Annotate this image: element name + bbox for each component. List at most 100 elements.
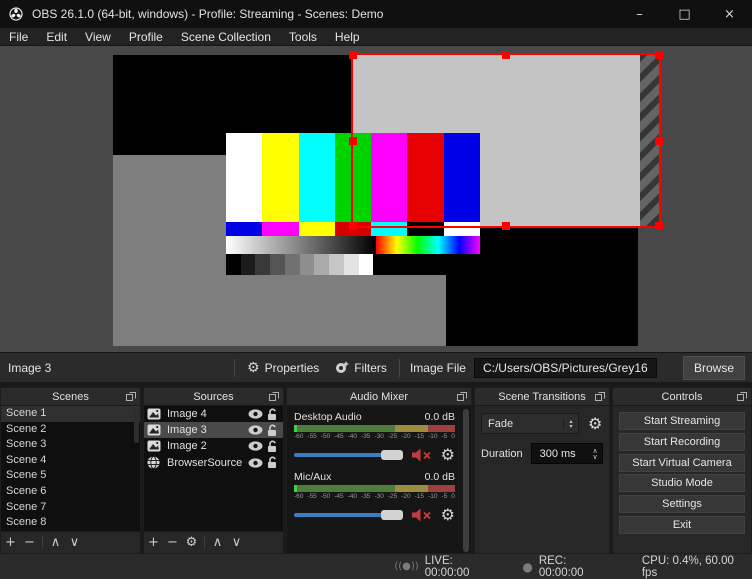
unlock-icon[interactable] — [267, 440, 279, 453]
selection-handle-bottom-middle[interactable] — [502, 222, 510, 230]
eye-icon[interactable] — [248, 425, 267, 435]
browse-button[interactable]: Browse — [683, 355, 745, 380]
transition-select[interactable]: Fade ▴ ▾ — [481, 413, 579, 434]
volume-meter — [294, 485, 455, 492]
duration-spinbox[interactable]: 300 ms ∧ ∨ — [530, 443, 603, 464]
selection-handle-top-middle[interactable] — [502, 51, 510, 59]
filters-icon — [335, 361, 350, 374]
menu-file[interactable]: File — [0, 28, 37, 46]
close-button[interactable]: × — [707, 0, 752, 28]
source-list-item[interactable]: Image 4 — [144, 406, 283, 422]
move-source-up-button[interactable]: ∧ — [208, 533, 227, 553]
popout-icon[interactable] — [269, 392, 279, 401]
volume-slider-handle[interactable] — [380, 510, 403, 520]
unlock-icon[interactable] — [267, 424, 279, 437]
selection-handle-bottom-right[interactable] — [655, 222, 663, 230]
channel-level-db: 0.0 dB — [424, 471, 455, 483]
test-pattern-step-wedge — [226, 254, 480, 275]
filters-button[interactable]: Filters — [327, 361, 395, 375]
source-label: Image 3 — [167, 424, 207, 437]
add-scene-button[interactable]: + — [1, 533, 20, 553]
settings-button[interactable]: Settings — [619, 495, 745, 514]
selection-handle-middle-left[interactable] — [349, 136, 357, 145]
eye-icon[interactable] — [248, 409, 267, 419]
source-list-item[interactable]: Image 3 — [144, 422, 283, 439]
popout-icon[interactable] — [126, 392, 136, 401]
scene-list-item[interactable]: Scene 2 — [1, 422, 140, 438]
test-pattern-gradients — [226, 236, 480, 254]
toolbar-separator — [398, 358, 400, 377]
live-time: LIVE: 00:00:00 — [424, 554, 470, 579]
volume-slider-handle[interactable] — [380, 450, 403, 460]
scene-list-item[interactable]: Scene 6 — [1, 484, 140, 500]
popout-icon[interactable] — [737, 392, 747, 401]
unlock-icon[interactable] — [267, 456, 279, 469]
image-file-path-input[interactable] — [473, 357, 657, 378]
source-label: Image 2 — [167, 440, 207, 453]
mute-speaker-icon[interactable] — [411, 508, 441, 522]
menu-help[interactable]: Help — [326, 28, 369, 46]
globe-icon — [147, 456, 164, 470]
maximize-button[interactable]: □ — [662, 0, 707, 28]
source-list-item[interactable]: BrowserSource — [144, 455, 283, 471]
mute-speaker-icon[interactable] — [411, 448, 441, 462]
start-recording-button[interactable]: Start Recording — [619, 432, 745, 451]
channel-settings-gear-icon[interactable]: ⚙ — [441, 507, 455, 523]
start-virtual-camera-button[interactable]: Start Virtual Camera — [619, 453, 745, 472]
scene-list-item[interactable]: Scene 3 — [1, 437, 140, 453]
volume-slider[interactable] — [294, 510, 403, 520]
sources-list: Image 4 Image 3 Image 2 BrowserSource — [144, 406, 283, 531]
minimize-button[interactable]: – — [617, 0, 662, 28]
controls-panel-title: Controls — [661, 390, 703, 403]
remove-source-button[interactable]: − — [163, 533, 182, 553]
duration-label: Duration — [481, 447, 523, 460]
menu-view[interactable]: View — [76, 28, 120, 46]
volume-slider[interactable] — [294, 450, 403, 460]
scene-list-item[interactable]: Scene 4 — [1, 453, 140, 469]
duration-value: 300 ms — [539, 447, 576, 460]
record-dot-icon: ● — [522, 559, 533, 574]
exit-button[interactable]: Exit — [619, 515, 745, 534]
move-source-down-button[interactable]: ∨ — [227, 533, 246, 553]
selection-handle-top-left[interactable] — [349, 51, 357, 59]
menu-edit[interactable]: Edit — [37, 28, 76, 46]
mixer-scrollbar[interactable] — [463, 409, 469, 552]
meter-level-indicator — [294, 425, 297, 432]
studio-mode-button[interactable]: Studio Mode — [619, 474, 745, 493]
channel-settings-gear-icon[interactable]: ⚙ — [441, 447, 455, 463]
menu-tools[interactable]: Tools — [280, 28, 326, 46]
preview-canvas[interactable] — [0, 46, 752, 352]
scene-list-item[interactable]: Scene 5 — [1, 468, 140, 484]
popout-icon[interactable] — [457, 392, 467, 401]
move-scene-up-button[interactable]: ∧ — [46, 533, 65, 553]
spinbox-arrows-icon[interactable]: ∧ ∨ — [588, 447, 602, 460]
menu-profile[interactable]: Profile — [120, 28, 172, 46]
selection-handle-middle-right[interactable] — [655, 136, 663, 145]
cpu-fps-status: CPU: 0.4%, 60.00 fps — [641, 554, 734, 579]
popout-icon[interactable] — [595, 392, 605, 401]
audio-mixer-body: Desktop Audio 0.0 dB -60 -55 -50 -45 -40 -3… — [287, 406, 471, 553]
image-icon — [147, 424, 164, 436]
source-properties-button[interactable]: ⚙ — [182, 533, 201, 553]
selection-handle-top-right[interactable] — [655, 51, 663, 59]
unlock-icon[interactable] — [267, 408, 279, 421]
scene-list-item[interactable]: Scene 8 — [1, 515, 140, 531]
remove-scene-button[interactable]: − — [20, 533, 39, 553]
eye-icon[interactable] — [248, 458, 267, 468]
add-source-button[interactable]: + — [144, 533, 163, 553]
properties-button[interactable]: ⚙ Properties — [239, 361, 327, 375]
selection-handle-bottom-left[interactable] — [349, 222, 357, 230]
scenes-scrollbar[interactable] — [134, 407, 139, 443]
selection-bounding-box[interactable] — [349, 51, 663, 230]
source-toolbar: Image 3 ⚙ Properties Filters Image File … — [0, 352, 752, 382]
scene-list-item[interactable]: Scene 7 — [1, 500, 140, 516]
image-icon — [147, 440, 164, 452]
scene-list-item[interactable]: Scene 1 — [1, 406, 140, 422]
move-scene-down-button[interactable]: ∨ — [65, 533, 84, 553]
eye-icon[interactable] — [248, 441, 267, 452]
title-bar: OBS 26.1.0 (64-bit, windows) - Profile: … — [0, 0, 752, 28]
menu-scene-collection[interactable]: Scene Collection — [172, 28, 280, 46]
transition-settings-gear-icon[interactable]: ⚙ — [588, 415, 602, 432]
start-streaming-button[interactable]: Start Streaming — [619, 412, 745, 430]
source-list-item[interactable]: Image 2 — [144, 438, 283, 454]
